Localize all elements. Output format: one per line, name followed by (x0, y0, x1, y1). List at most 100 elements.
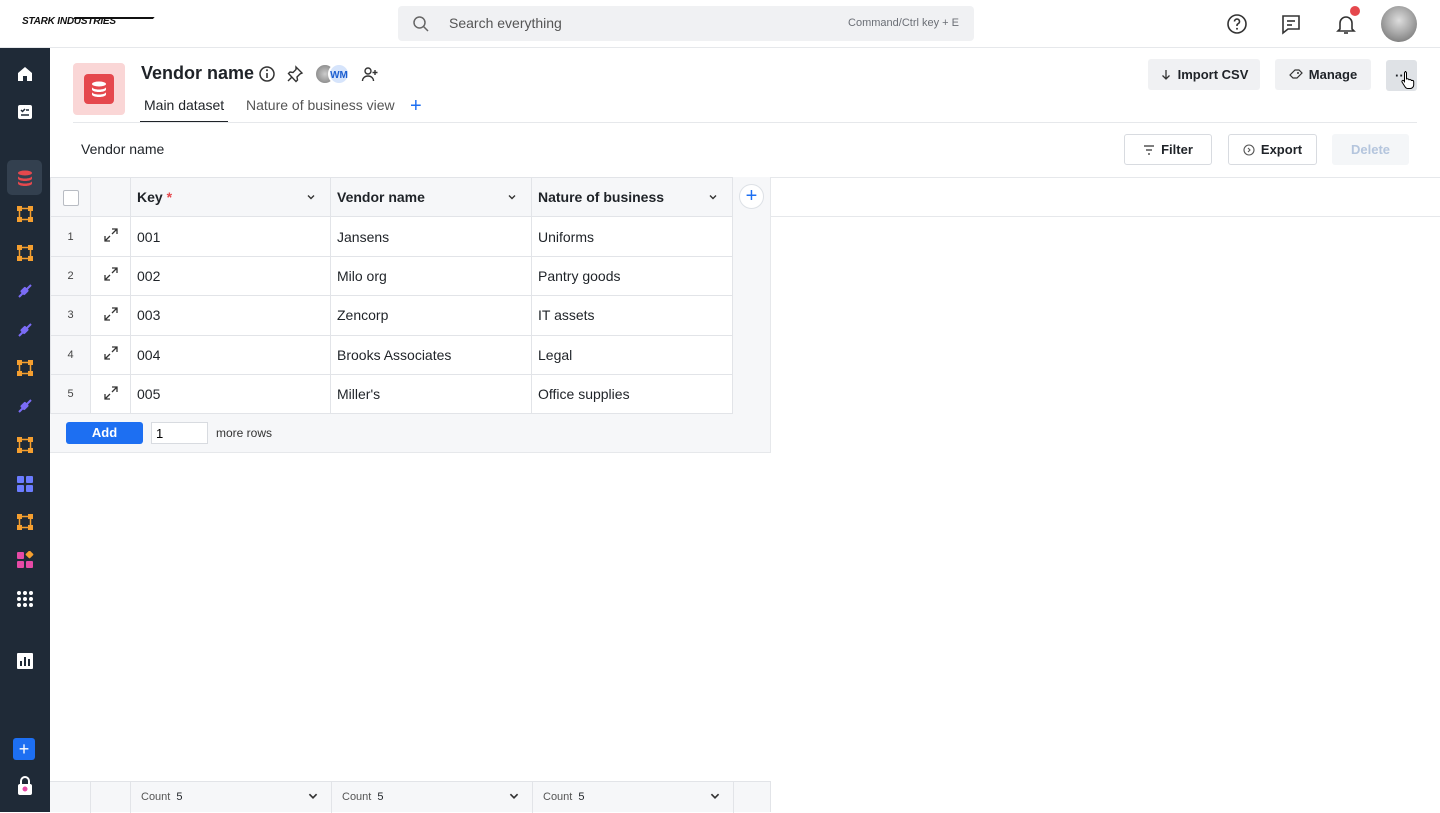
import-csv-button[interactable]: Import CSV (1148, 59, 1260, 90)
chevron-down-icon[interactable] (306, 192, 316, 202)
pin-icon[interactable] (286, 65, 304, 83)
chevron-down-icon[interactable] (708, 192, 718, 202)
pointer-cursor-icon (1401, 71, 1415, 89)
add-column-icon[interactable]: + (739, 184, 764, 209)
tasks-icon[interactable] (13, 100, 37, 124)
table-row[interactable]: 4 004 Brooks Associates Legal (50, 334, 733, 375)
delete-button[interactable]: Delete (1332, 134, 1409, 165)
cell-key[interactable]: 003 (130, 295, 331, 336)
workflow-icon[interactable] (13, 202, 37, 226)
notification-badge (1350, 6, 1360, 16)
tab-main-dataset[interactable]: Main dataset (140, 97, 229, 123)
delete-label: Delete (1350, 142, 1391, 157)
table-row[interactable]: 2 002 Milo org Pantry goods (50, 255, 733, 297)
lock-icon[interactable] (13, 774, 37, 798)
header-divider (73, 122, 1417, 123)
company-logo[interactable]: STARK INDUSTRIES (22, 16, 155, 27)
integration-icon[interactable] (13, 318, 37, 342)
footer-spacer (50, 782, 90, 813)
table-row[interactable]: 5 005 Miller's Office supplies (50, 373, 733, 415)
count-value: 5 (377, 791, 384, 803)
workflow-icon[interactable] (13, 510, 37, 534)
expand-row-icon[interactable] (90, 216, 131, 257)
chevron-down-icon[interactable] (307, 790, 319, 802)
cell-nature-of-business[interactable]: Uniforms (531, 216, 733, 257)
footer-spacer (733, 782, 771, 813)
filter-icon (1144, 144, 1155, 155)
footer-count-key[interactable]: Count 5 (130, 782, 331, 813)
integration-icon[interactable] (13, 279, 37, 303)
search-bar[interactable]: Search everything Command/Ctrl key + E (398, 6, 974, 41)
cell-vendor-name[interactable]: Miller's (330, 373, 532, 415)
column-header-vendor-name[interactable]: Vendor name (330, 176, 532, 218)
cell-nature-of-business[interactable]: IT assets (531, 295, 733, 336)
expand-row-icon[interactable] (90, 334, 131, 375)
cell-vendor-name[interactable]: Jansens (330, 216, 532, 257)
cell-nature-of-business[interactable]: Legal (531, 334, 733, 375)
user-avatar[interactable] (1381, 6, 1417, 42)
cell-vendor-name[interactable]: Milo org (330, 255, 532, 297)
workflow-icon[interactable] (13, 356, 37, 380)
top-bar: STARK INDUSTRIES Search everything Comma… (0, 0, 1440, 48)
add-user-icon[interactable] (361, 65, 379, 83)
chevron-down-icon[interactable] (507, 192, 517, 202)
count-label: Count (141, 791, 171, 803)
expand-row-icon[interactable] (90, 295, 131, 336)
cell-key[interactable]: 004 (130, 334, 331, 375)
rows-count-input[interactable] (151, 422, 208, 444)
chevron-down-icon[interactable] (508, 790, 520, 802)
count-value: 5 (578, 791, 585, 803)
tab-nature-of-business-view[interactable]: Nature of business view (242, 97, 399, 123)
add-view-icon[interactable]: + (410, 96, 422, 116)
row-number: 2 (50, 255, 91, 297)
app-store-icon[interactable] (13, 548, 37, 572)
cell-vendor-name[interactable]: Zencorp (330, 295, 532, 336)
cell-key[interactable]: 002 (130, 255, 331, 297)
count-label: Count (543, 791, 573, 803)
collaborator-initials: WM (328, 63, 350, 85)
help-icon[interactable] (1225, 12, 1249, 36)
row-number: 4 (50, 334, 91, 375)
cell-nature-of-business[interactable]: Office supplies (531, 373, 733, 415)
info-icon[interactable] (258, 65, 276, 83)
workflow-icon[interactable] (13, 241, 37, 265)
row-number: 3 (50, 295, 91, 336)
column-header-nature-of-business[interactable]: Nature of business (531, 176, 733, 218)
import-csv-label: Import CSV (1177, 67, 1249, 82)
aggregate-footer: Count 5 Count 5 Count 5 (50, 781, 771, 813)
column-header-key[interactable]: Key * (130, 176, 331, 218)
add-rows-button[interactable]: Add (66, 422, 143, 444)
export-button[interactable]: Export (1228, 134, 1317, 165)
table-row[interactable]: 3 003 Zencorp IT assets (50, 295, 733, 336)
reports-icon[interactable] (13, 649, 37, 673)
manage-button[interactable]: Manage (1275, 59, 1371, 90)
expand-row-icon[interactable] (90, 255, 131, 297)
all-apps-icon[interactable] (13, 587, 37, 611)
messages-icon[interactable] (1279, 12, 1303, 36)
cell-nature-of-business[interactable]: Pantry goods (531, 255, 733, 297)
chevron-down-icon[interactable] (709, 790, 721, 802)
download-arrow-icon (1161, 69, 1170, 80)
cell-vendor-name[interactable]: Brooks Associates (330, 334, 532, 375)
search-icon (413, 16, 429, 32)
create-new-icon[interactable]: + (13, 738, 35, 760)
expand-row-icon[interactable] (90, 373, 131, 415)
cell-key[interactable]: 001 (130, 216, 331, 257)
table-row[interactable]: 1 001 Jansens Uniforms (50, 216, 733, 257)
row-number: 1 (50, 216, 91, 257)
search-input[interactable]: Search everything (449, 15, 562, 31)
footer-count-nature-of-business[interactable]: Count 5 (532, 782, 733, 813)
cell-key[interactable]: 005 (130, 373, 331, 415)
column-header-label: Nature of business (538, 189, 665, 206)
datasets-icon[interactable] (7, 160, 42, 195)
apps-grid-icon[interactable] (13, 472, 37, 496)
home-icon[interactable] (13, 62, 37, 86)
manage-label: Manage (1308, 67, 1358, 82)
integration-icon[interactable] (13, 394, 37, 418)
workflow-icon[interactable] (13, 433, 37, 457)
view-name: Vendor name (81, 141, 165, 157)
export-icon (1243, 143, 1255, 156)
filter-button[interactable]: Filter (1124, 134, 1212, 165)
select-all-checkbox[interactable] (62, 189, 79, 206)
footer-count-vendor-name[interactable]: Count 5 (331, 782, 532, 813)
